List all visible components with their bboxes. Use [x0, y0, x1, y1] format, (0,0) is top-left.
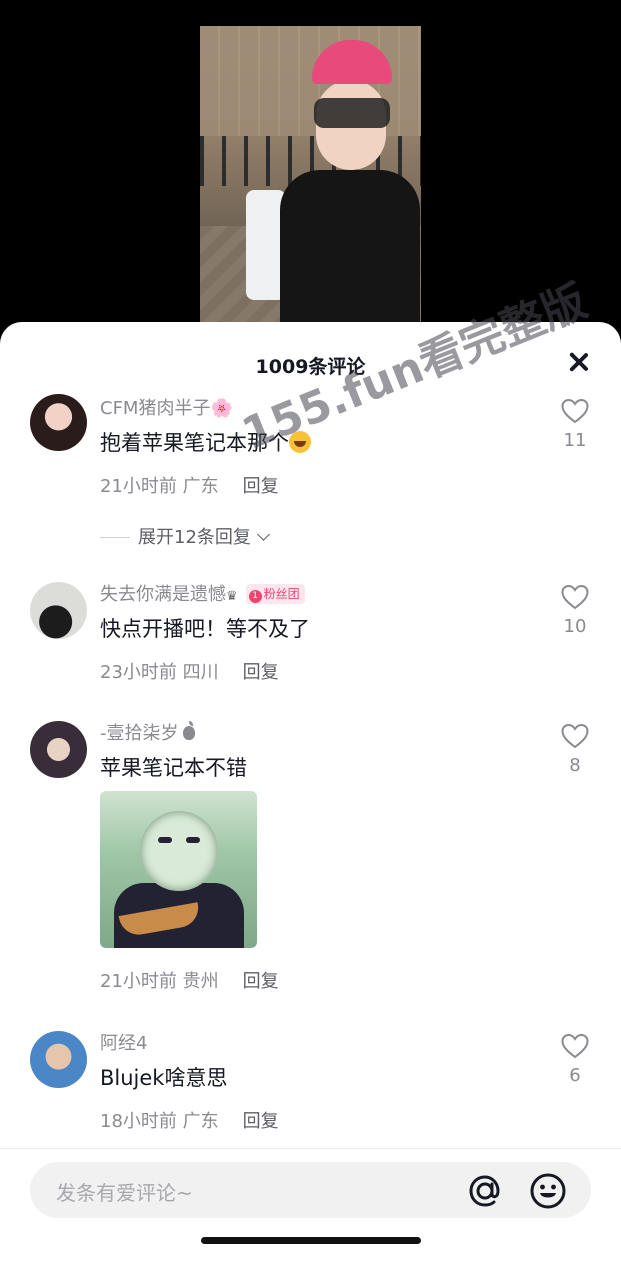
video-body	[280, 170, 420, 326]
comment-sticker-image[interactable]	[100, 791, 257, 948]
username-text[interactable]: 失去你满是遗憾	[100, 584, 226, 605]
like-button[interactable]: 10	[559, 584, 591, 637]
video-glasses	[314, 98, 390, 128]
comment-username[interactable]: 失去你满是遗憾♛ 1 粉丝团	[100, 580, 305, 606]
reply-button[interactable]: 回复	[243, 476, 279, 497]
expand-replies-button[interactable]: 展开12条回复	[100, 523, 270, 549]
fan-badge-level: 1	[248, 590, 262, 603]
comment-username[interactable]: -壹拾柒岁	[100, 719, 195, 745]
like-button[interactable]: 11	[559, 398, 591, 451]
like-count: 11	[563, 430, 587, 451]
flower-emoji-icon: 🌸	[210, 398, 233, 419]
sticker-eye-left	[158, 837, 172, 843]
like-count: 6	[569, 1065, 581, 1086]
comment-meta: 21小时前 贵州 回复	[100, 967, 279, 993]
comment-input[interactable]: 发条有爱评论~	[30, 1162, 591, 1218]
video-person	[246, 40, 420, 326]
avatar[interactable]	[30, 721, 87, 778]
reply-button[interactable]: 回复	[243, 1111, 279, 1132]
like-button[interactable]: 6	[559, 1033, 591, 1086]
reply-button[interactable]: 回复	[243, 971, 279, 992]
comment-text: 苹果笔记本不错	[100, 756, 247, 780]
apple-logo-icon	[182, 721, 195, 740]
input-divider	[0, 1148, 621, 1149]
expand-divider	[100, 537, 130, 538]
sticker-eye-right	[186, 837, 200, 843]
like-count: 10	[563, 616, 587, 637]
username-text[interactable]: -壹拾柒岁	[100, 723, 179, 744]
heart-outline-icon[interactable]	[561, 584, 589, 610]
comment-meta: 23小时前 四川 回复	[100, 658, 279, 684]
like-count: 8	[569, 755, 581, 776]
comment-time-location: 23小时前 四川	[100, 662, 219, 683]
video-cap	[312, 40, 392, 84]
at-icon[interactable]	[466, 1172, 504, 1210]
expand-replies-label: 展开12条回复	[138, 527, 251, 548]
comment-input-placeholder[interactable]: 发条有爱评论~	[56, 1177, 193, 1206]
home-indicator[interactable]	[201, 1237, 421, 1244]
reply-button[interactable]: 回复	[243, 662, 279, 683]
chevron-down-icon	[257, 528, 270, 541]
close-icon[interactable]	[567, 350, 591, 374]
comment-time-location: 18小时前 广东	[100, 1111, 219, 1132]
avatar[interactable]	[30, 582, 87, 639]
crown-icon: ♛	[226, 589, 238, 604]
comment-username[interactable]: CFM猪肉半子🌸	[100, 394, 233, 420]
video-thumbnail[interactable]	[200, 26, 421, 326]
heart-outline-icon[interactable]	[561, 1033, 589, 1059]
emoji-face-icon[interactable]	[529, 1172, 567, 1210]
comment-time-location: 21小时前 贵州	[100, 971, 219, 992]
username-text[interactable]: CFM猪肉半子	[100, 398, 210, 419]
fan-badge-label: 粉丝团	[263, 587, 300, 601]
fan-club-badge[interactable]: 1 粉丝团	[245, 584, 305, 604]
comment-text: Blujek啥意思	[100, 1066, 228, 1090]
comment-username[interactable]: 阿经4	[100, 1029, 147, 1055]
comment-meta: 18小时前 广东 回复	[100, 1107, 279, 1133]
like-button[interactable]: 8	[559, 723, 591, 776]
comment-time-location: 21小时前 广东	[100, 476, 219, 497]
heart-outline-icon[interactable]	[561, 398, 589, 424]
heart-outline-icon[interactable]	[561, 723, 589, 749]
comments-sheet: 1009条评论 CFM猪肉半子🌸 抱着苹果笔记本那个 21小时前 广东 回复 展开…	[0, 322, 621, 1280]
comment-meta: 21小时前 广东 回复	[100, 472, 279, 498]
comment-text: 快点开播吧！等不及了	[100, 617, 310, 641]
avatar[interactable]	[30, 394, 87, 451]
avatar[interactable]	[30, 1031, 87, 1088]
sticker-head	[140, 811, 218, 891]
